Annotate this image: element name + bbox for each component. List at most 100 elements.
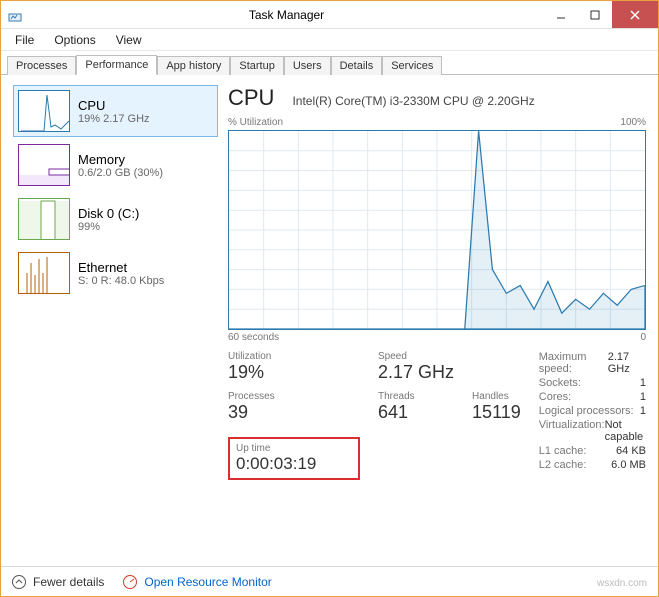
sidebar: CPU 19% 2.17 GHz Memory 0.6/2.0 GB (30%)	[13, 85, 218, 560]
sidebar-item-sub: 19% 2.17 GHz	[78, 113, 150, 125]
stat-value: 641	[378, 402, 454, 423]
ethernet-thumb-icon	[18, 252, 70, 294]
stat-row: Cores: 1	[539, 391, 646, 403]
cpu-thumb-icon	[18, 90, 70, 132]
close-button[interactable]	[612, 1, 658, 28]
stat-speed: Speed 2.17 GHz	[378, 351, 454, 383]
stat-val: Not capable	[605, 419, 646, 443]
chart-xstart: 60 seconds	[228, 332, 279, 343]
sidebar-item-info: Ethernet S: 0 R: 48.0 Kbps	[78, 260, 164, 287]
fewer-details-label: Fewer details	[33, 575, 104, 589]
chart-ylabel: % Utilization	[228, 117, 283, 128]
stats-area: Utilization 19% Processes 39 Up time 0:0…	[228, 351, 646, 480]
page-subtitle: Intel(R) Core(TM) i3-2330M CPU @ 2.20GHz	[292, 94, 534, 108]
stat-row: Maximum speed:2.17 GHz	[539, 351, 646, 375]
cpu-chart	[228, 130, 646, 330]
tab-processes[interactable]: Processes	[7, 56, 76, 75]
menu-options[interactable]: Options	[44, 31, 105, 49]
stat-label: Processes	[228, 391, 360, 402]
sidebar-item-label: Ethernet	[78, 260, 164, 275]
memory-thumb-icon	[18, 144, 70, 186]
tab-performance[interactable]: Performance	[76, 55, 157, 75]
window: Task Manager File Options View Processes…	[0, 0, 659, 597]
stat-value: 15119	[472, 402, 521, 423]
stat-value: 39	[228, 402, 360, 423]
stat-row: L2 cache: 6.0 MB	[539, 459, 646, 471]
open-resource-monitor-link[interactable]: Open Resource Monitor	[122, 574, 271, 590]
stat-value: 0:00:03:19	[236, 454, 352, 474]
stat-handles: Handles 15119	[472, 391, 521, 423]
stat-label: Up time	[236, 443, 352, 454]
chart-top-labels: % Utilization 100%	[228, 117, 646, 128]
sidebar-item-sub: 99%	[78, 221, 139, 233]
stat-uptime: Up time 0:00:03:19	[228, 437, 360, 480]
header-row: CPU Intel(R) Core(TM) i3-2330M CPU @ 2.2…	[228, 85, 646, 111]
stat-label: Speed	[378, 351, 454, 362]
sidebar-item-ethernet[interactable]: Ethernet S: 0 R: 48.0 Kbps	[13, 247, 218, 299]
main-panel: CPU Intel(R) Core(TM) i3-2330M CPU @ 2.2…	[228, 85, 646, 560]
fewer-details-button[interactable]: Fewer details	[11, 574, 104, 590]
sidebar-item-sub: 0.6/2.0 GB (30%)	[78, 167, 163, 179]
stats-right-column: Maximum speed:2.17 GHzSockets:1Cores:1Lo…	[539, 351, 646, 480]
watermark: wsxdn.com	[597, 578, 647, 589]
content-area: CPU 19% 2.17 GHz Memory 0.6/2.0 GB (30%)	[1, 75, 658, 566]
sidebar-item-info: Disk 0 (C:) 99%	[78, 206, 139, 233]
stat-value: 19%	[228, 362, 360, 383]
stat-processes: Processes 39	[228, 391, 360, 423]
app-icon	[1, 8, 29, 22]
menu-view[interactable]: View	[106, 31, 152, 49]
window-title: Task Manager	[29, 8, 544, 22]
sidebar-item-memory[interactable]: Memory 0.6/2.0 GB (30%)	[13, 139, 218, 191]
stat-threads: Threads 641	[378, 391, 454, 423]
stat-label: Utilization	[228, 351, 360, 362]
stat-label: Threads	[378, 391, 454, 402]
title-bar: Task Manager	[1, 1, 658, 29]
stat-key: Cores:	[539, 391, 571, 403]
window-controls	[544, 1, 658, 28]
stat-key: L1 cache:	[539, 445, 587, 457]
footer: Fewer details Open Resource Monitor	[1, 566, 658, 596]
sidebar-item-info: CPU 19% 2.17 GHz	[78, 98, 150, 125]
stat-row: Sockets: 1	[539, 377, 646, 389]
sidebar-item-disk[interactable]: Disk 0 (C:) 99%	[13, 193, 218, 245]
sidebar-item-label: CPU	[78, 98, 150, 113]
stat-key: Logical processors:	[539, 405, 634, 417]
stat-key: Sockets:	[539, 377, 581, 389]
sidebar-item-sub: S: 0 R: 48.0 Kbps	[78, 275, 164, 287]
stat-key: Virtualization:	[539, 419, 605, 443]
tab-bar: Processes Performance App history Startu…	[1, 51, 658, 75]
menu-bar: File Options View	[1, 29, 658, 51]
stat-key: L2 cache:	[539, 459, 587, 471]
tab-details[interactable]: Details	[331, 56, 383, 75]
maximize-button[interactable]	[578, 1, 612, 28]
disk-thumb-icon	[18, 198, 70, 240]
stat-row: Virtualization:Not capable	[539, 419, 646, 443]
resource-monitor-label: Open Resource Monitor	[144, 575, 271, 589]
stat-val: 6.0 MB	[611, 459, 646, 471]
stat-row: L1 cache: 64 KB	[539, 445, 646, 457]
sidebar-item-cpu[interactable]: CPU 19% 2.17 GHz	[13, 85, 218, 137]
sidebar-item-label: Disk 0 (C:)	[78, 206, 139, 221]
tab-startup[interactable]: Startup	[230, 56, 283, 75]
resource-monitor-icon	[122, 574, 138, 590]
stat-utilization: Utilization 19%	[228, 351, 360, 383]
tab-users[interactable]: Users	[284, 56, 331, 75]
page-title: CPU	[228, 85, 274, 111]
chart-bottom-labels: 60 seconds 0	[228, 332, 646, 343]
chart-xend: 0	[640, 332, 646, 343]
stat-val: 1	[640, 377, 646, 389]
stat-val: 1	[640, 405, 646, 417]
tab-services[interactable]: Services	[382, 56, 442, 75]
stat-value: 2.17 GHz	[378, 362, 454, 383]
sidebar-item-label: Memory	[78, 152, 163, 167]
stat-val: 1	[640, 391, 646, 403]
stat-val: 64 KB	[616, 445, 646, 457]
stat-val: 2.17 GHz	[608, 351, 646, 375]
chart-ymax: 100%	[620, 117, 646, 128]
stat-key: Maximum speed:	[539, 351, 608, 375]
stat-row: Logical processors: 1	[539, 405, 646, 417]
menu-file[interactable]: File	[5, 31, 44, 49]
minimize-button[interactable]	[544, 1, 578, 28]
tab-app-history[interactable]: App history	[157, 56, 230, 75]
sidebar-item-info: Memory 0.6/2.0 GB (30%)	[78, 152, 163, 179]
